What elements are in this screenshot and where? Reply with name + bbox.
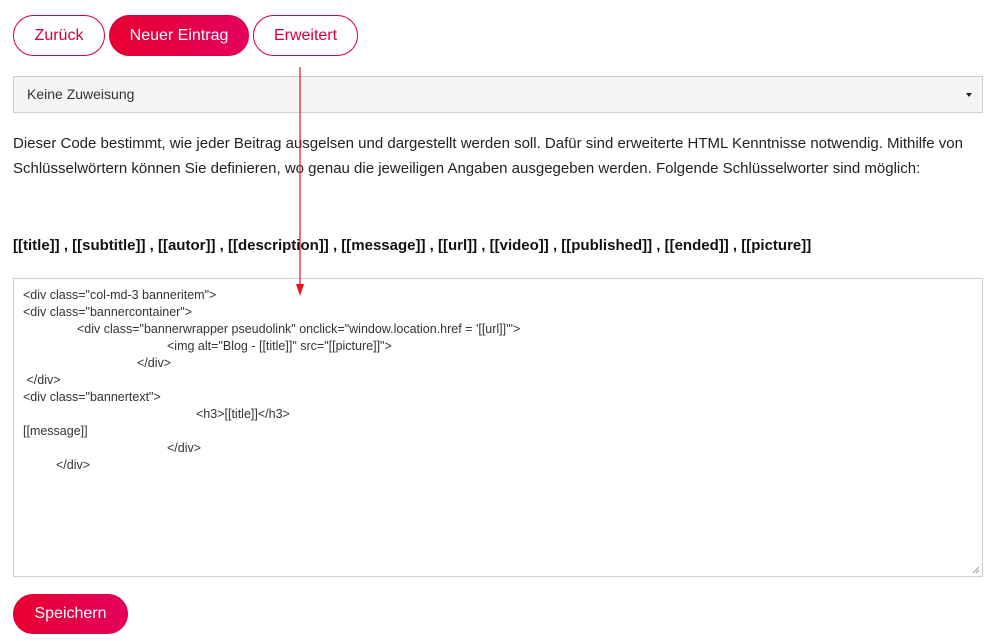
caret-down-icon [966, 93, 972, 97]
code-line: <div class="bannerwrapper pseudolink" on… [77, 322, 521, 336]
code-line: <div class="col-md-3 banneritem"> [23, 288, 217, 302]
code-line: <img alt="Blog - [[title]]" src="[[pictu… [167, 339, 392, 353]
description-text: Dieser Code bestimmt, wie jeder Beitrag … [13, 135, 963, 177]
code-line: <div class="bannertext"> [23, 390, 161, 404]
code-line: </div> [137, 356, 172, 370]
code-line: </div> [56, 458, 91, 472]
code-line: [[message]] [23, 424, 88, 438]
assignment-select[interactable]: Keine Zuweisung [13, 76, 983, 113]
code-line: <div class="bannercontainer"> [23, 305, 193, 319]
assignment-select-value: Keine Zuweisung [27, 86, 135, 102]
advanced-button[interactable]: Erweitert [253, 15, 358, 56]
code-line: </div> [167, 441, 202, 455]
code-line: <h3>[[title]]</h3> [196, 407, 290, 421]
resize-grip-icon[interactable] [970, 564, 980, 574]
new-entry-button[interactable]: Neuer Eintrag [109, 15, 249, 56]
back-button[interactable]: Zurück [13, 15, 105, 56]
code-line: </div> [23, 373, 61, 387]
keyword-list: [[title]] , [[subtitle]] , [[autor]] , [… [13, 237, 812, 254]
save-button[interactable]: Speichern [13, 594, 128, 634]
template-code-editor[interactable]: <div class="col-md-3 banneritem"> <div c… [13, 278, 983, 577]
